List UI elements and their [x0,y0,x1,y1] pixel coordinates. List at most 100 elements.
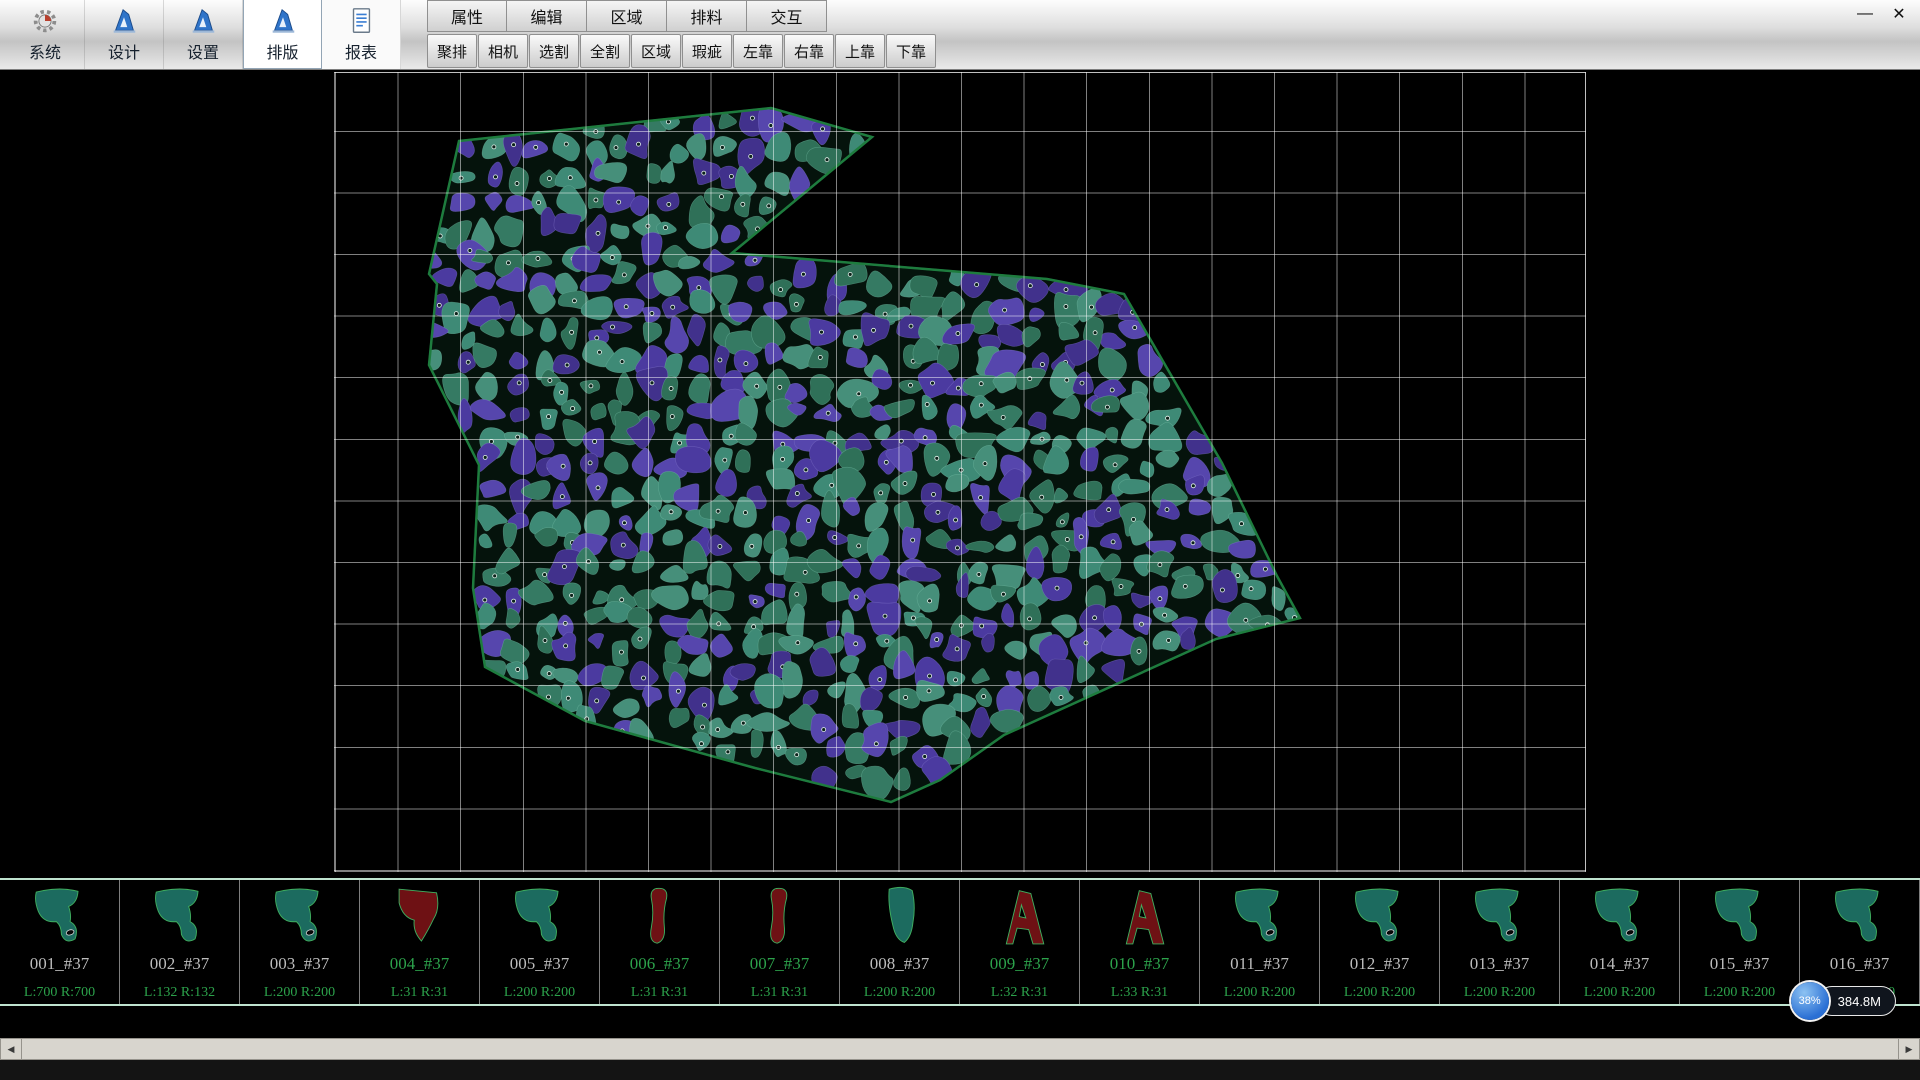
piece-lr-label: L:31 R:31 [631,985,688,1001]
nesting-canvas-area[interactable] [0,70,1920,878]
scroll-left-button[interactable]: ◀ [0,1038,22,1060]
nesting-grid-area[interactable] [334,72,1586,872]
piece-thumbnail-015_#37[interactable]: 015_#37 L:200 R:200 [1680,880,1800,1004]
piece-id-label: 012_#37 [1350,954,1410,974]
piece-thumbnail-002_#37[interactable]: 002_#37 L:132 R:132 [120,880,240,1004]
piece-thumbnail-008_#37[interactable]: 008_#37 L:200 R:200 [840,880,960,1004]
action-button-defect[interactable]: 瑕疵 [682,34,732,68]
piece-lr-label: L:33 R:31 [1111,985,1168,1001]
toolbar-button-nesting[interactable]: 排版 [243,0,322,69]
piece-id-label: 006_#37 [630,954,690,974]
menu-tab-nest[interactable]: 排料 [667,0,747,32]
toolbar-button-label: 设置 [187,39,219,63]
toolbar-button-label: 排版 [266,39,298,63]
piece-shape-icon [1681,882,1799,954]
report-icon [346,6,376,36]
piece-shape-icon [1081,882,1199,954]
toolbar-button-settings[interactable]: 设置 [164,0,243,69]
piece-lr-label: L:200 R:200 [1224,985,1295,1001]
piece-lr-label: L:200 R:200 [864,985,935,1001]
action-button-region[interactable]: 区域 [631,34,681,68]
action-button-cut-all[interactable]: 全割 [580,34,630,68]
piece-id-label: 007_#37 [750,954,810,974]
piece-shape-icon [1201,882,1319,954]
action-button-select-cut[interactable]: 选割 [529,34,579,68]
toolbar-button-label: 系统 [29,39,61,63]
piece-shape-icon [121,882,239,954]
minimize-button[interactable]: — [1852,3,1878,25]
piece-thumbnail-003_#37[interactable]: 003_#37 L:200 R:200 [240,880,360,1004]
piece-thumbnail-011_#37[interactable]: 011_#37 L:200 R:200 [1200,880,1320,1004]
piece-id-label: 008_#37 [870,954,930,974]
toolbar-button-system[interactable]: 系统 [6,0,85,69]
action-button-bar: 聚排相机选割全割区域瑕疵左靠右靠上靠下靠 [427,32,937,69]
action-button-align-bottom[interactable]: 下靠 [886,34,936,68]
main-toolbar: 系统 设计 设置 排版 报表 [0,0,401,69]
action-button-align-top[interactable]: 上靠 [835,34,885,68]
action-button-align-left[interactable]: 左靠 [733,34,783,68]
piece-thumbnail-010_#37[interactable]: 010_#37L:33 R:31 [1080,880,1200,1004]
menu-tab-edit[interactable]: 编辑 [507,0,587,32]
piece-lr-label: L:200 R:200 [504,985,575,1001]
piece-shape-icon [1441,882,1559,954]
piece-thumbnail-list: 001_#37L:700 R:700 002_#37 L:132 R:132 003_… [0,880,1920,1004]
piece-id-label: 009_#37 [990,954,1050,974]
piece-lr-label: L:200 R:200 [1464,985,1535,1001]
piece-thumbnail-014_#37[interactable]: 014_#37L:200 R:200 [1560,880,1680,1004]
piece-shape-icon [601,882,719,954]
action-button-camera[interactable]: 相机 [478,34,528,68]
piece-lr-label: L:200 R:200 [1344,985,1415,1001]
piece-id-label: 002_#37 [150,954,210,974]
piece-thumbnail-001_#37[interactable]: 001_#37L:700 R:700 [0,880,120,1004]
gear-icon [30,6,60,36]
piece-shape-icon [1801,882,1919,954]
piece-id-label: 005_#37 [510,954,570,974]
pieces-panel: 001_#37L:700 R:700 002_#37 L:132 R:132 003_… [0,878,1920,1006]
piece-thumbnail-006_#37[interactable]: 006_#37 L:31 R:31 [600,880,720,1004]
toolbar-button-design[interactable]: 设计 [85,0,164,69]
menu-tab-region[interactable]: 区域 [587,0,667,32]
piece-shape-icon [361,882,479,954]
piece-shape-icon [961,882,1079,954]
piece-shape-icon [721,882,839,954]
piece-thumbnail-005_#37[interactable]: 005_#37 L:200 R:200 [480,880,600,1004]
action-button-align-right[interactable]: 右靠 [784,34,834,68]
piece-id-label: 001_#37 [30,954,90,974]
piece-lr-label: L:200 R:200 [1704,985,1775,1001]
piece-id-label: 016_#37 [1830,954,1890,974]
piece-shape-icon [1561,882,1679,954]
piece-shape-icon [841,882,959,954]
close-button[interactable]: ✕ [1886,3,1912,25]
piece-shape-icon [241,882,359,954]
piece-thumbnail-007_#37[interactable]: 007_#37 L:31 R:31 [720,880,840,1004]
piece-thumbnail-009_#37[interactable]: 009_#37L:32 R:31 [960,880,1080,1004]
piece-shape-icon [481,882,599,954]
piece-shape-icon [1321,882,1439,954]
menu-area: 属性编辑区域排料交互 聚排相机选割全割区域瑕疵左靠右靠上靠下靠 [427,0,937,69]
toolbar-button-label: 设计 [108,39,140,63]
piece-thumbnail-013_#37[interactable]: 013_#37 L:200 R:200 [1440,880,1560,1004]
action-button-cluster-nest[interactable]: 聚排 [427,34,477,68]
piece-id-label: 004_#37 [390,954,450,974]
piece-thumbnail-012_#37[interactable]: 012_#37 L:200 R:200 [1320,880,1440,1004]
piece-lr-label: L:132 R:132 [144,985,215,1001]
menu-tab-interact[interactable]: 交互 [747,0,827,32]
piece-id-label: 014_#37 [1590,954,1650,974]
piece-lr-label: L:200 R:200 [264,985,335,1001]
titlebar: 系统设计设置排版报表 属性编辑区域排料交互 聚排相机选割全割区域瑕疵左靠右靠上靠… [0,0,1920,70]
piece-lr-label: L:31 R:31 [751,985,808,1001]
piece-id-label: 013_#37 [1470,954,1530,974]
piece-id-label: 003_#37 [270,954,330,974]
menu-tab-properties[interactable]: 属性 [427,0,507,32]
piece-id-label: 011_#37 [1230,954,1289,974]
toolbar-button-report[interactable]: 报表 [322,0,401,69]
horizontal-scrollbar[interactable]: ◀ ▶ [0,1038,1920,1060]
scroll-right-button[interactable]: ▶ [1898,1038,1920,1060]
design-icon [109,6,139,36]
piece-id-label: 015_#37 [1710,954,1770,974]
leather-hide-nest[interactable] [334,72,1586,872]
application-window: 系统设计设置排版报表 属性编辑区域排料交互 聚排相机选割全割区域瑕疵左靠右靠上靠… [0,0,1920,1080]
piece-thumbnail-004_#37[interactable]: 004_#37L:31 R:31 [360,880,480,1004]
toolbar-button-label: 报表 [345,39,377,63]
scroll-thumb[interactable] [22,1038,1898,1060]
